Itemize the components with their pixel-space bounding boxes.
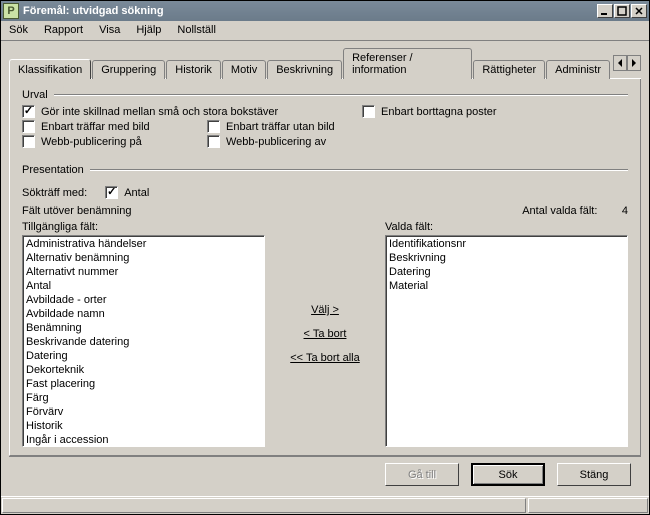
list-item[interactable]: Benämning <box>24 321 263 335</box>
list-item[interactable]: Material <box>387 279 626 293</box>
soktraff-label: Sökträff med: <box>22 187 87 199</box>
list-item[interactable]: Datering <box>387 265 626 279</box>
tab-motiv[interactable]: Motiv <box>222 60 266 79</box>
check-antal[interactable] <box>105 186 118 199</box>
count-label: Antal valda fält: <box>522 205 597 217</box>
minimize-button[interactable] <box>597 4 613 18</box>
menubar: Sök Rapport Visa Hjälp Nollställ <box>1 21 649 41</box>
selected-listbox[interactable]: IdentifikationsnrBeskrivningDateringMate… <box>385 235 628 447</box>
menu-rapport[interactable]: Rapport <box>36 21 91 40</box>
list-item[interactable]: Avbildade namn <box>24 307 263 321</box>
menu-sok[interactable]: Sök <box>1 21 36 40</box>
check-webpub-off[interactable] <box>207 135 220 148</box>
presentation-group: Presentation <box>22 164 628 176</box>
remove-link[interactable]: < Ta bort <box>304 328 347 340</box>
choose-link[interactable]: Välj > <box>311 304 339 316</box>
tab-referenser[interactable]: Referenser / information <box>343 48 472 79</box>
available-label: Tillgängliga fält: <box>22 221 265 233</box>
check-antal-label: Antal <box>124 187 149 199</box>
list-item[interactable]: Ingår i accession <box>24 433 263 447</box>
status-cell <box>528 498 648 513</box>
check-case-insensitive[interactable] <box>22 105 35 118</box>
list-item[interactable]: Administrativa händelser <box>24 237 263 251</box>
urval-group: Urval <box>22 89 628 101</box>
tab-scroll-right[interactable] <box>627 55 641 71</box>
list-actions: Välj > < Ta bort << Ta bort alla <box>265 221 385 447</box>
tab-klassifikation[interactable]: Klassifikation <box>9 59 91 79</box>
tabstrip: Klassifikation Gruppering Historik Motiv… <box>9 47 641 79</box>
list-item[interactable]: Antal <box>24 279 263 293</box>
list-item[interactable]: Fast placering <box>24 377 263 391</box>
tab-gruppering[interactable]: Gruppering <box>92 60 165 79</box>
list-item[interactable]: Alternativ benämning <box>24 251 263 265</box>
close-window-button[interactable]: Stäng <box>557 463 631 486</box>
tab-rattigheter[interactable]: Rättigheter <box>473 60 545 79</box>
list-item[interactable]: Identifikationsnr <box>387 237 626 251</box>
count-value: 4 <box>622 205 628 217</box>
subheading: Fält utöver benämning <box>22 205 131 217</box>
tab-scroll-left[interactable] <box>613 55 627 71</box>
list-item[interactable]: Historik <box>24 419 263 433</box>
window: P Föremål: utvidgad sökning Sök Rapport … <box>0 0 650 515</box>
app-icon: P <box>3 3 19 19</box>
status-cell <box>2 498 526 513</box>
tab-beskrivning[interactable]: Beskrivning <box>267 60 342 79</box>
footer-buttons: Gå till Sök Stäng <box>9 456 641 492</box>
window-controls <box>597 4 647 18</box>
check-with-image[interactable] <box>22 120 35 133</box>
menu-visa[interactable]: Visa <box>91 21 128 40</box>
presentation-label: Presentation <box>22 164 84 176</box>
check-deleted-only[interactable] <box>362 105 375 118</box>
tab-historik[interactable]: Historik <box>166 60 221 79</box>
window-title: Föremål: utvidgad sökning <box>23 5 597 17</box>
search-button[interactable]: Sök <box>471 463 545 486</box>
tab-scroll-buttons <box>613 55 641 71</box>
check-deleted-only-label: Enbart borttagna poster <box>381 106 497 118</box>
titlebar: P Föremål: utvidgad sökning <box>1 1 649 21</box>
statusbar <box>1 496 649 514</box>
menu-nollstall[interactable]: Nollställ <box>169 21 224 40</box>
list-item[interactable]: Beskrivning <box>387 251 626 265</box>
list-item[interactable]: Datering <box>24 349 263 363</box>
count-info: Antal valda fält: 4 <box>522 205 628 217</box>
list-item[interactable]: Avbildade - orter <box>24 293 263 307</box>
divider <box>90 169 628 171</box>
check-webpub-off-label: Webb-publicering av <box>226 136 326 148</box>
remove-all-link[interactable]: << Ta bort alla <box>290 352 360 364</box>
available-listbox[interactable]: Administrativa händelserAlternativ benäm… <box>22 235 265 447</box>
tab-panel: Urval Gör inte skillnad mellan små och s… <box>9 79 641 456</box>
check-webpub-on-label: Webb-publicering på <box>41 136 142 148</box>
list-item[interactable]: Alternativt nummer <box>24 265 263 279</box>
list-item[interactable]: Färg <box>24 391 263 405</box>
check-without-image[interactable] <box>207 120 220 133</box>
list-item[interactable]: Dekorteknik <box>24 363 263 377</box>
check-webpub-on[interactable] <box>22 135 35 148</box>
list-item[interactable]: Beskrivande datering <box>24 335 263 349</box>
check-case-insensitive-label: Gör inte skillnad mellan små och stora b… <box>41 106 278 118</box>
goto-button[interactable]: Gå till <box>385 463 459 486</box>
close-button[interactable] <box>631 4 647 18</box>
urval-label: Urval <box>22 89 48 101</box>
check-without-image-label: Enbart träffar utan bild <box>226 121 335 133</box>
selected-label: Valda fält: <box>385 221 628 233</box>
divider <box>54 94 628 96</box>
dual-listbox: Tillgängliga fält: Administrativa händel… <box>22 221 628 447</box>
list-item[interactable]: Förvärv <box>24 405 263 419</box>
tab-administr[interactable]: Administr <box>546 60 610 79</box>
maximize-button[interactable] <box>614 4 630 18</box>
check-with-image-label: Enbart träffar med bild <box>41 121 150 133</box>
menu-hjalp[interactable]: Hjälp <box>128 21 169 40</box>
body: Klassifikation Gruppering Historik Motiv… <box>1 41 649 496</box>
